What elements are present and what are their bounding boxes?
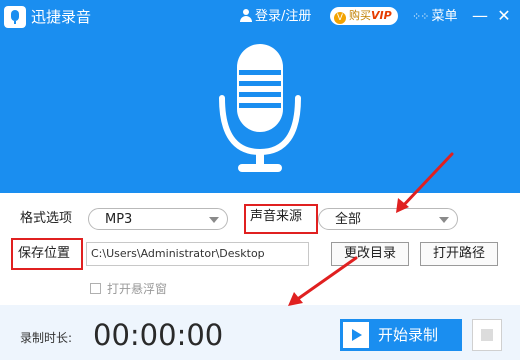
login-link[interactable]: 登录/注册 xyxy=(240,8,311,26)
save-location-label: 保存位置 xyxy=(18,246,71,261)
crown-icon: V xyxy=(334,12,346,24)
format-select[interactable]: MP3 xyxy=(88,208,228,230)
minimize-button[interactable]: — xyxy=(470,6,490,26)
duration-label: 录制时长: xyxy=(20,331,73,345)
source-label: 声音来源 xyxy=(250,209,303,224)
source-value: 全部 xyxy=(335,212,362,227)
duration-timer: 00:00:00 xyxy=(93,318,224,352)
start-record-label: 开始录制 xyxy=(378,326,439,344)
save-path-field[interactable]: C:\Users\Administrator\Desktop xyxy=(86,242,309,266)
stop-button[interactable] xyxy=(472,319,502,351)
chevron-down-icon xyxy=(209,217,219,223)
floating-window-checkbox[interactable] xyxy=(90,283,101,294)
chevron-down-icon xyxy=(439,217,449,223)
format-label: 格式选项 xyxy=(20,211,73,226)
grid-menu-icon: ⁘⁘ xyxy=(412,10,429,23)
user-icon xyxy=(240,9,252,22)
title-bar: 迅捷录音 登录/注册 V 购买VIP ⁘⁘ 菜单 — ✕ xyxy=(0,0,520,34)
vip-suffix: VIP xyxy=(371,9,392,22)
floating-window-option[interactable]: 打开悬浮窗 xyxy=(90,280,167,298)
start-record-button[interactable]: 开始录制 xyxy=(340,319,462,351)
format-value: MP3 xyxy=(105,212,133,227)
vip-prefix: 购买 xyxy=(349,9,371,22)
menu-button[interactable]: ⁘⁘ 菜单 xyxy=(412,8,457,26)
app-microphone-icon xyxy=(4,6,26,28)
floating-window-label: 打开悬浮窗 xyxy=(107,282,168,296)
change-directory-button[interactable]: 更改目录 xyxy=(331,242,409,266)
play-icon xyxy=(343,322,369,348)
app-title: 迅捷录音 xyxy=(31,8,92,26)
buy-vip-button[interactable]: V 购买VIP xyxy=(330,7,398,25)
open-path-button[interactable]: 打开路径 xyxy=(420,242,498,266)
close-button[interactable]: ✕ xyxy=(494,6,514,26)
source-select[interactable]: 全部 xyxy=(318,208,458,230)
settings-panel: 格式选项 MP3 声音来源 全部 保存位置 C:\Users\Administr… xyxy=(0,193,520,305)
microphone-icon xyxy=(219,44,301,172)
footer-bar: 录制时长: 00:00:00 开始录制 xyxy=(0,305,520,360)
header: 迅捷录音 登录/注册 V 购买VIP ⁘⁘ 菜单 — ✕ xyxy=(0,0,520,193)
stop-icon xyxy=(481,329,493,341)
menu-label: 菜单 xyxy=(431,9,458,24)
login-label: 登录/注册 xyxy=(255,9,312,24)
